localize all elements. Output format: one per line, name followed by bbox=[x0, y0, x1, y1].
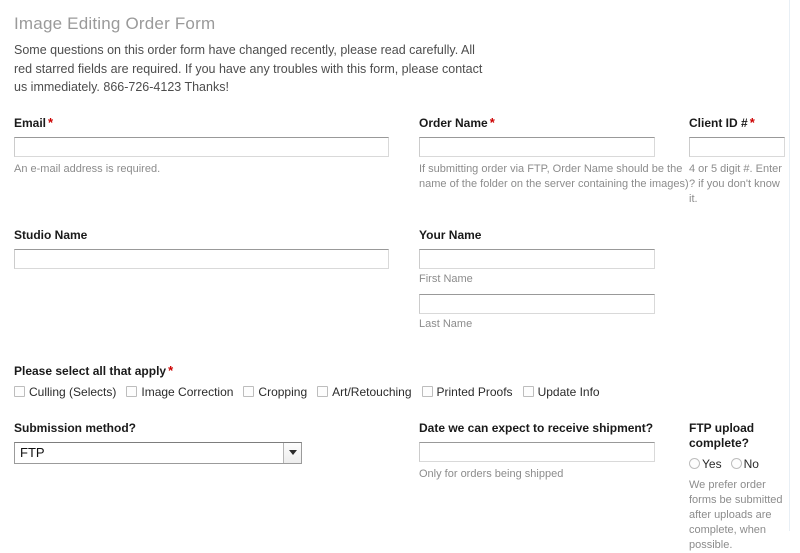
submission-method-select[interactable]: FTP bbox=[14, 441, 302, 464]
your-name-label: Your Name bbox=[419, 227, 482, 242]
form-row-names: Studio Name Your Name First Name Last Na… bbox=[14, 228, 777, 339]
service-checkbox-art-retouching[interactable] bbox=[317, 386, 329, 397]
ftp-upload-radio-no[interactable] bbox=[730, 458, 742, 469]
checkbox-item[interactable]: Art/Retouching bbox=[317, 385, 412, 399]
ftp-upload-complete-label: FTP upload complete? bbox=[689, 420, 755, 450]
field-studio-name: Studio Name bbox=[14, 228, 419, 269]
form-intro-text: Some questions on this order form have c… bbox=[14, 43, 483, 94]
shipment-date-label: Date we can expect to receive shipment? bbox=[419, 420, 654, 435]
services-checkbox-group: Culling (Selects) Image Correction Cropp… bbox=[14, 385, 777, 399]
last-name-input[interactable] bbox=[419, 293, 655, 314]
checkbox-item[interactable]: Culling (Selects) bbox=[14, 385, 116, 399]
email-label-text: Email bbox=[14, 115, 47, 130]
field-email: Email * An e-mail address is required. bbox=[14, 115, 419, 177]
checkbox-item[interactable]: Printed Proofs bbox=[421, 385, 513, 399]
field-services: Please select all that apply * Culling (S… bbox=[14, 363, 777, 399]
ftp-upload-label-yes[interactable]: Yes bbox=[702, 457, 722, 471]
ftp-upload-radio-yes[interactable] bbox=[689, 458, 700, 469]
email-hint: An e-mail address is required. bbox=[14, 162, 161, 175]
radio-item[interactable]: Yes bbox=[689, 457, 722, 471]
field-submission-method: Submission method? FTP bbox=[14, 421, 419, 464]
order-name-hint: If submitting order via FTP, Order Name … bbox=[419, 162, 689, 190]
studio-name-label: Studio Name bbox=[14, 227, 88, 242]
service-label-update-info[interactable]: Update Info bbox=[538, 385, 600, 399]
client-id-hint: 4 or 5 digit #. Enter ? if you don't kno… bbox=[689, 162, 782, 205]
service-checkbox-culling[interactable] bbox=[14, 386, 25, 397]
order-name-label: Order Name * bbox=[419, 115, 689, 131]
client-id-label: Client ID # * bbox=[689, 115, 789, 131]
checkbox-item[interactable]: Image Correction bbox=[126, 385, 233, 399]
order-form-page: Image Editing Order Form Some questions … bbox=[0, 0, 790, 551]
submission-method-label: Submission method? bbox=[14, 420, 137, 435]
required-asterisk-icon: * bbox=[48, 114, 54, 130]
service-label-cropping[interactable]: Cropping bbox=[258, 385, 307, 399]
services-label-text: Please select all that apply bbox=[14, 363, 167, 378]
order-name-input[interactable] bbox=[419, 136, 655, 157]
first-name-input[interactable] bbox=[419, 248, 655, 269]
required-asterisk-icon: * bbox=[489, 114, 495, 130]
service-label-culling[interactable]: Culling (Selects) bbox=[29, 385, 116, 399]
service-checkbox-printed-proofs[interactable] bbox=[421, 386, 433, 397]
service-checkbox-cropping[interactable] bbox=[243, 386, 255, 397]
field-shipment-date: Date we can expect to receive shipment? … bbox=[419, 421, 689, 482]
field-ftp-upload-complete: FTP upload complete? Yes No We prefer or… bbox=[689, 421, 789, 553]
ftp-upload-label-no[interactable]: No bbox=[744, 457, 759, 471]
service-checkbox-image-correction[interactable] bbox=[126, 386, 138, 397]
last-name-sublabel: Last Name bbox=[419, 317, 473, 330]
client-id-label-text: Client ID # bbox=[689, 115, 748, 130]
required-asterisk-icon: * bbox=[168, 362, 174, 378]
form-row-contact: Email * An e-mail address is required. Or… bbox=[14, 115, 785, 207]
ftp-upload-hint: We prefer order forms be submitted after… bbox=[689, 478, 783, 551]
page-title: Image Editing Order Form bbox=[14, 14, 216, 33]
required-asterisk-icon: * bbox=[749, 114, 755, 130]
service-label-image-correction[interactable]: Image Correction bbox=[141, 385, 233, 399]
services-label: Please select all that apply * bbox=[14, 363, 777, 379]
service-label-art-retouching[interactable]: Art/Retouching bbox=[332, 385, 411, 399]
checkbox-item[interactable]: Update Info bbox=[522, 385, 600, 399]
field-client-id: Client ID # * 4 or 5 digit #. Enter ? if … bbox=[689, 115, 789, 207]
radio-item[interactable]: No bbox=[730, 457, 759, 471]
service-checkbox-update-info[interactable] bbox=[522, 386, 534, 397]
first-name-sublabel: First Name bbox=[419, 272, 473, 285]
shipment-date-hint: Only for orders being shipped bbox=[419, 467, 564, 480]
email-label: Email * bbox=[14, 115, 419, 131]
field-order-name: Order Name * If submitting order via FTP,… bbox=[419, 115, 689, 192]
form-row-logistics: Submission method? FTP Date we can expec… bbox=[14, 421, 783, 553]
studio-name-input[interactable] bbox=[14, 248, 389, 269]
service-label-printed-proofs[interactable]: Printed Proofs bbox=[437, 385, 513, 399]
field-your-name: Your Name First Name Last Name bbox=[419, 228, 689, 331]
chevron-down-icon[interactable] bbox=[283, 442, 301, 463]
submission-method-selected-value: FTP bbox=[20, 444, 45, 460]
order-name-label-text: Order Name bbox=[419, 115, 488, 130]
shipment-date-input[interactable] bbox=[419, 441, 655, 462]
client-id-input[interactable] bbox=[689, 136, 785, 157]
email-input[interactable] bbox=[14, 136, 389, 157]
ftp-upload-radio-group: Yes No bbox=[689, 457, 789, 471]
checkbox-item[interactable]: Cropping bbox=[243, 385, 307, 399]
